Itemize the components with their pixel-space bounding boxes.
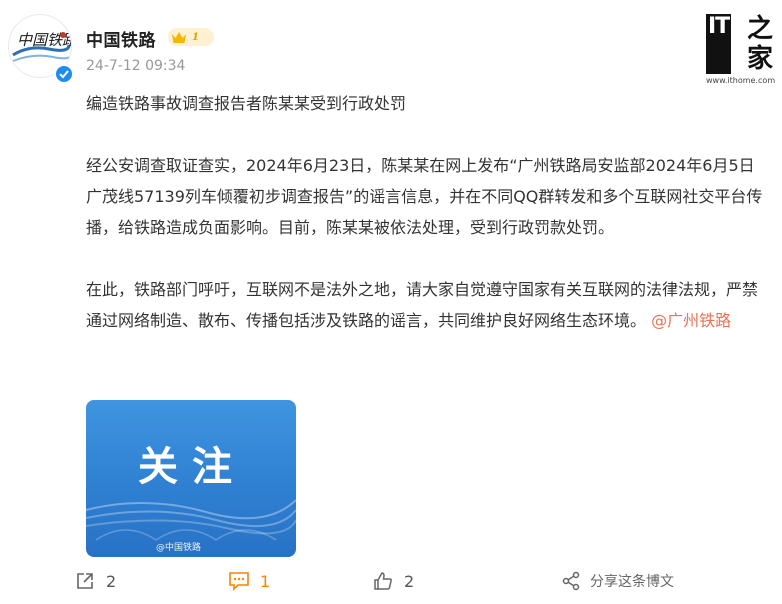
like-button[interactable]: 2 xyxy=(372,566,414,596)
like-count: 2 xyxy=(404,571,415,591)
post-timestamp[interactable]: 24-7-12 09:34 xyxy=(86,58,185,74)
post-headline: 编造铁路事故调查报告者陈某某受到行政处罚 xyxy=(86,94,407,113)
thumbs-up-icon xyxy=(372,570,394,592)
level-badge[interactable]: 1 xyxy=(168,28,214,46)
comment-button[interactable]: 1 xyxy=(228,566,270,596)
share-button[interactable]: 2 xyxy=(74,566,116,596)
ithome-logo: IT 之家 xyxy=(706,14,773,74)
share-arrow-icon xyxy=(74,570,96,592)
post-paragraph: 在此，铁路部门呼吁，互联网不是法外之地，请大家自觉遵守国家有关互联网的法律法规，… xyxy=(86,274,766,336)
share-post-label: 分享这条博文 xyxy=(590,574,674,590)
image-title: 关注 xyxy=(138,444,246,490)
post-paragraph: 经公安调查取证查实，2024年6月23日，陈某某在网上发布“广州铁路局安监部20… xyxy=(86,156,763,237)
comment-bubble-icon xyxy=(228,570,250,592)
post-body: 编造铁路事故调查报告者陈某某受到行政处罚 经公安调查取证查实，2024年6月23… xyxy=(86,88,766,336)
share-network-icon xyxy=(560,570,582,592)
share-count: 2 xyxy=(106,571,117,591)
author-name[interactable]: 中国铁路 xyxy=(86,26,156,51)
action-bar: 2 1 2 分享这条博文 xyxy=(0,566,782,598)
comment-count: 1 xyxy=(260,571,271,591)
watermark-url: www.ithome.com xyxy=(706,76,776,85)
level-number: 1 xyxy=(192,31,199,43)
site-watermark: IT 之家 www.ithome.com xyxy=(706,14,776,85)
post-image[interactable]: 关注 @中国铁路 xyxy=(86,400,296,557)
verified-check-icon xyxy=(54,64,74,84)
crown-icon xyxy=(171,30,187,44)
share-post-button[interactable]: 分享这条博文 xyxy=(560,566,674,596)
mention-link[interactable]: @广州铁路 xyxy=(651,311,731,330)
image-watermark: @中国铁路 xyxy=(156,543,202,553)
